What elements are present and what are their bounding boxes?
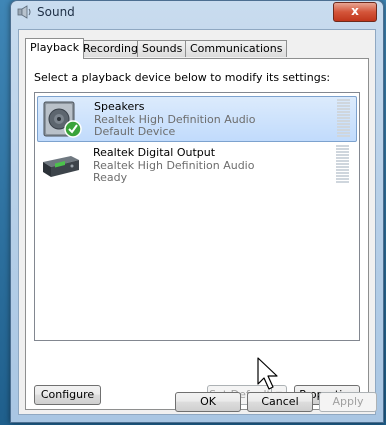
instruction-text: Select a playback device below to modify…	[34, 71, 331, 84]
window-title: Sound	[37, 5, 75, 19]
level-meter	[336, 145, 349, 185]
tab-label: Playback	[30, 41, 80, 54]
playback-panel: Select a playback device below to modify…	[25, 58, 369, 410]
device-item-speakers[interactable]: Speakers Realtek High Definition Audio D…	[37, 96, 357, 142]
close-button[interactable]: x	[333, 2, 377, 22]
dialog-client-area: Playback Recording Sounds Communications…	[18, 29, 376, 415]
configure-button[interactable]: Configure	[34, 385, 101, 405]
device-status: Default Device	[94, 125, 176, 138]
speaker-icon	[43, 101, 82, 138]
digital-output-icon	[43, 156, 79, 177]
ok-button[interactable]: OK	[175, 392, 241, 412]
speaker-title-icon	[17, 5, 31, 19]
tab-label: Sounds	[142, 42, 183, 55]
tab-recording[interactable]: Recording	[78, 40, 144, 57]
tab-label: Communications	[190, 42, 283, 55]
close-icon: x	[351, 4, 359, 18]
tab-sounds[interactable]: Sounds	[137, 40, 188, 57]
device-name: Realtek Digital Output	[93, 146, 216, 159]
title-bar[interactable]: Sound x	[11, 1, 383, 23]
apply-button[interactable]: Apply	[319, 392, 377, 412]
device-item-digital-output[interactable]: Realtek Digital Output Realtek High Defi…	[37, 143, 355, 187]
tab-communications[interactable]: Communications	[185, 40, 288, 57]
device-list[interactable]: Speakers Realtek High Definition Audio D…	[34, 92, 360, 341]
device-name: Speakers	[94, 100, 145, 113]
tab-playback[interactable]: Playback	[25, 38, 85, 59]
sound-dialog: Sound x Playback Recording Sounds Commun…	[10, 0, 384, 423]
cancel-button[interactable]: Cancel	[247, 392, 313, 412]
device-status: Ready	[93, 171, 128, 184]
level-meter	[337, 99, 350, 139]
mouse-pointer-icon	[257, 357, 278, 390]
tab-label: Recording	[83, 42, 139, 55]
